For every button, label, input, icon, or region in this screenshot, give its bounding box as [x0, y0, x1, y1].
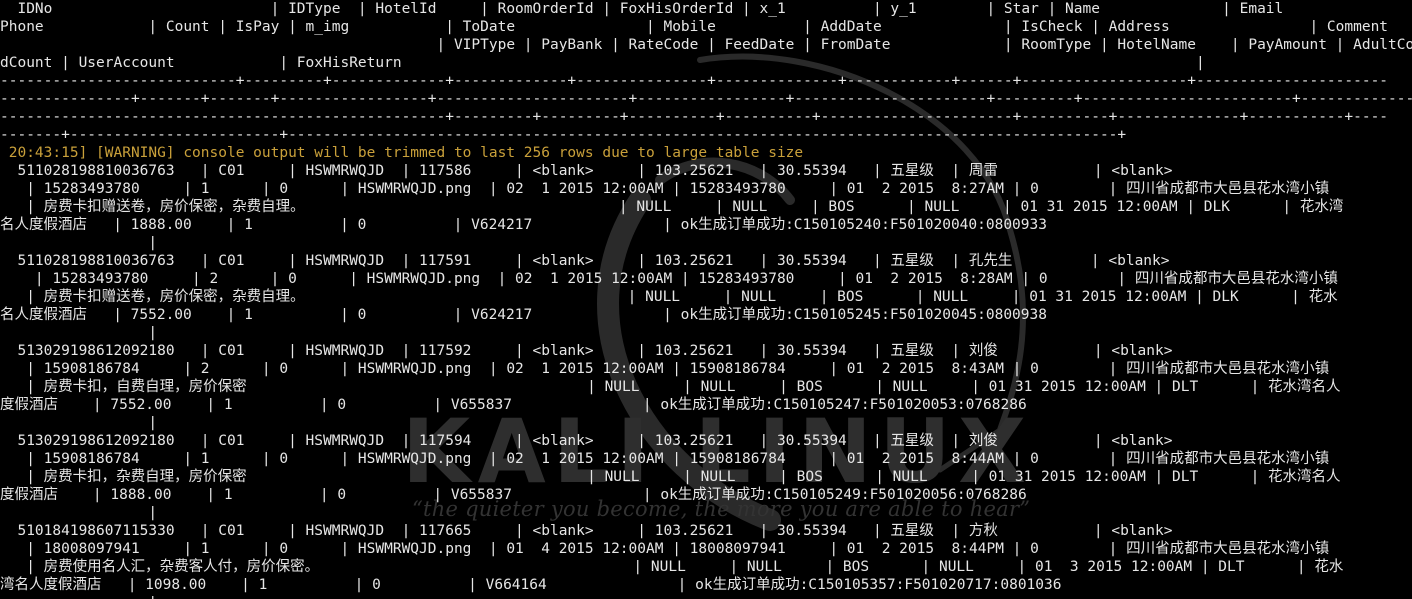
warning-line: 20:43:15] [WARNING] console output will …: [0, 145, 804, 161]
console-line: |: [0, 325, 158, 341]
terminal-output: IDNo | IDType | HotelId | RoomOrderId | …: [0, 0, 1412, 599]
console-line: 度假酒店 | 1888.00 | 1 | 0 | V655837 | ok生成订…: [0, 487, 1027, 503]
console-line: 名人度假酒店 | 7552.00 | 1 | 0 | V624217 | ok生…: [0, 307, 1047, 323]
console-line: |: [0, 415, 158, 431]
console-line: | VIPType | PayBank | RateCode | FeedDat…: [0, 37, 1412, 53]
console-line: | 房费使用名人汇，杂费客人付，房价保密。 | NULL | NULL | BO…: [0, 559, 1344, 575]
console-line: | 15908186784 | 2 | 0 | HSWMRWQJD.png | …: [0, 361, 1330, 377]
console-line: |: [0, 505, 158, 521]
console-line: 510184198607115330 | C01 | HSWMRWQJD | 1…: [0, 523, 1173, 539]
console-line: Phone | Count | IsPay | m_img | ToDate |…: [0, 19, 1389, 35]
console-line: 湾名人度假酒店 | 1098.00 | 1 | 0 | V664164 | ok…: [0, 577, 1062, 593]
console-line: | 18008097941 | 1 | 0 | HSWMRWQJD.png | …: [0, 541, 1330, 557]
console-line: ---------------------------+---------+--…: [0, 73, 1389, 89]
console-line: -------+------------------------+-------…: [0, 127, 1127, 143]
console-line: 513029198612092180 | C01 | HSWMRWQJD | 1…: [0, 433, 1173, 449]
console-line: | 15283493780 | 1 | 0 | HSWMRWQJD.png | …: [0, 181, 1330, 197]
console-line: |: [0, 594, 1412, 599]
console-line: | 房费卡扣，自费自理，房价保密 | NULL | NULL | BOS | N…: [0, 379, 1341, 395]
console-line: ----------------------------------------…: [0, 109, 1389, 125]
console-line: |: [0, 235, 158, 251]
console-line: 名人度假酒店 | 1888.00 | 1 | 0 | V624217 | ok生…: [0, 217, 1047, 233]
console-line: IDNo | IDType | HotelId | RoomOrderId | …: [0, 1, 1284, 17]
console-line: 度假酒店 | 7552.00 | 1 | 0 | V655837 | ok生成订…: [0, 397, 1027, 413]
console-line: 513029198612092180 | C01 | HSWMRWQJD | 1…: [0, 343, 1173, 359]
console-line: | 房费卡扣赠送卷，房价保密，杂费自理。 | NULL | NULL | BOS…: [0, 289, 1338, 305]
console-line: 511028198810036763 | C01 | HSWMRWQJD | 1…: [0, 253, 1170, 269]
console-line: | 房费卡扣赠送卷，房价保密，杂费自理。 | NULL | NULL | BOS…: [0, 199, 1344, 215]
console-line: | 房费卡扣，杂费自理，房价保密 | NULL | NULL | BOS | N…: [0, 469, 1341, 485]
console-line: 511028198810036763 | C01 | HSWMRWQJD | 1…: [0, 163, 1173, 179]
terminal-window[interactable]: KALI LINUX “the quieter you become, the …: [0, 0, 1412, 599]
console-line: ---------------+-------+-------+--------…: [0, 91, 1412, 107]
console-line: dCount | UserAccount | FoxHisReturn |: [0, 55, 1205, 71]
console-line: | 15283493780 | 2 | 0 | HSWMRWQJD.png | …: [0, 271, 1338, 287]
console-line: | 15908186784 | 1 | 0 | HSWMRWQJD.png | …: [0, 451, 1330, 467]
